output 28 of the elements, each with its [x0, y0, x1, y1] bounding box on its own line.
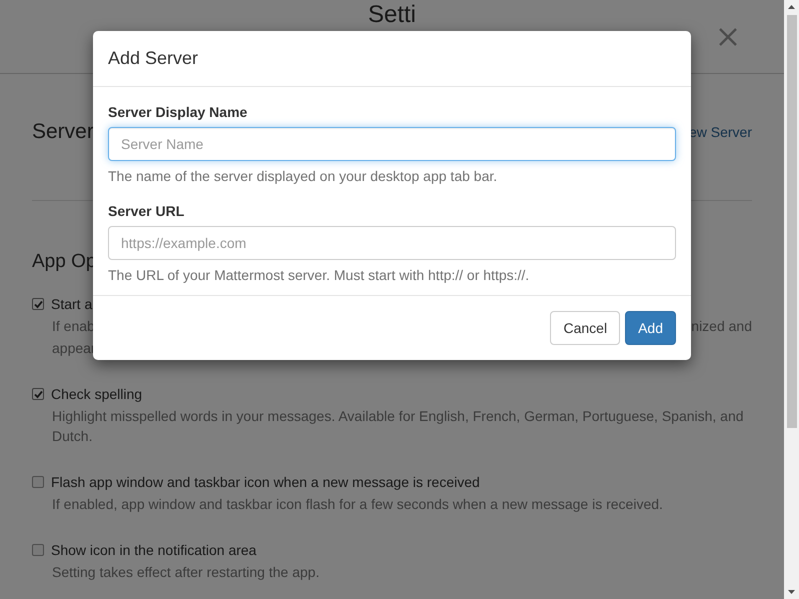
option-label: Show icon in the notification area	[51, 542, 256, 558]
option-label: Flash app window and taskbar icon when a new message is received	[51, 474, 480, 490]
scrollbar[interactable]	[784, 0, 799, 599]
scroll-down-icon[interactable]	[788, 590, 795, 594]
option-label: Check spelling	[51, 386, 142, 402]
option-description: nized and	[691, 317, 752, 336]
cancel-button[interactable]: Cancel	[550, 311, 620, 345]
option-label: Start a	[51, 296, 92, 312]
checkbox[interactable]	[32, 298, 44, 310]
text-input[interactable]: https://example.com	[108, 226, 676, 260]
option-description: appear	[52, 339, 96, 358]
add-button[interactable]: Add	[625, 311, 676, 345]
section-heading: Server	[32, 120, 94, 144]
dialog-title: Add Server	[108, 48, 198, 69]
help-text: The name of the server displayed on your desktop app tab bar.	[108, 167, 498, 186]
page-title: Setti	[368, 0, 416, 28]
option-description: If enabled, app window and taskbar icon flash for a few seconds when a new message is received.	[52, 495, 663, 514]
text-input[interactable]: Server Name	[108, 127, 676, 161]
checkbox[interactable]	[32, 544, 44, 556]
checkbox[interactable]	[32, 476, 44, 488]
help-text: The URL of your Mattermost server. Must start with http:// or https://.	[108, 266, 530, 285]
option-description: Highlight misspelled words in your messages. Available for English, French, German, Portuguese, Spanish, and Dutch.	[52, 407, 745, 446]
field-label: Server Display Name	[108, 103, 248, 122]
option-description: Setting takes effect after restarting the app.	[52, 563, 320, 582]
scrollbar-thumb[interactable]	[786, 15, 796, 428]
scroll-up-icon[interactable]	[788, 5, 795, 9]
checkbox[interactable]	[32, 388, 44, 400]
field-label: Server URL	[108, 202, 184, 221]
